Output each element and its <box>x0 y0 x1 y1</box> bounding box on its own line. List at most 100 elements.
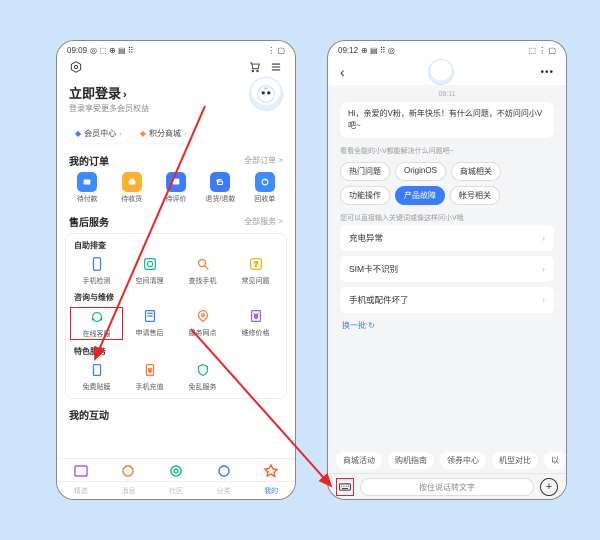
faq-charging[interactable]: 充电异常› <box>340 225 554 251</box>
aftersale-header: 售后服务 全部服务 > <box>57 210 295 231</box>
tab-bar: 精选 消息 社区 分类 我的 <box>57 481 295 499</box>
quick-more[interactable]: 以 <box>544 452 566 469</box>
chevron-right-icon: › <box>542 295 545 305</box>
faq-broken[interactable]: 手机或配件坏了› <box>340 287 554 313</box>
selfcheck-head: 自助排查 <box>70 238 282 253</box>
phone-left: 09:09◎ ⬚ ⊕ ▤ ⠿ ⋮ ▢ 立即登录› 登录享受更多会员权益 ◆会员中… <box>56 40 296 500</box>
order-pending-pay[interactable]: 待付款 <box>65 172 109 204</box>
space-clean[interactable]: 空间清理 <box>123 255 176 286</box>
phone-recharge[interactable]: ¥手机充值 <box>123 361 176 392</box>
input-bar: 按住说话转文字 + <box>328 473 566 499</box>
orders-header: 我的订单 全部订单 > <box>57 149 295 170</box>
plus-button[interactable]: + <box>540 478 558 496</box>
consult-grid: 在线客服 申请售后 服务网点 ¥维修价格 <box>70 305 282 344</box>
interact-item-2[interactable] <box>105 462 153 480</box>
faq-sim[interactable]: SIM卡不识别› <box>340 256 554 282</box>
status-time: 09:12 <box>338 46 358 55</box>
top-bar <box>57 59 295 79</box>
status-time: 09:09 <box>67 46 87 55</box>
status-icons-left: ⊕ ▤ ⠿ ◎ <box>361 46 395 55</box>
phone-check[interactable]: 手机检测 <box>70 255 123 286</box>
svg-text:¥: ¥ <box>148 369 151 375</box>
aftersale-more[interactable]: 全部服务 > <box>244 216 283 227</box>
keyboard-icon <box>338 480 352 494</box>
phone-right: 09:12⊕ ▤ ⠿ ◎ ⬚ ⋮ ▢ ‹ ••• 09:11 Hi，亲爱的V粉，… <box>327 40 567 500</box>
find-phone[interactable]: 查找手机 <box>176 255 229 286</box>
menu-icon[interactable] <box>269 60 283 74</box>
orders-grid: 待付款 待收货 待评价 退货/退款 回收单 <box>57 170 295 210</box>
voice-input[interactable]: 按住说话转文字 <box>360 478 534 496</box>
coin-icon: ◆ <box>140 129 146 138</box>
chip-hot[interactable]: 热门问题 <box>340 162 390 181</box>
points-mall-pill[interactable]: ◆积分商城› <box>134 124 193 143</box>
diamond-icon: ◆ <box>75 129 81 138</box>
refresh-link[interactable]: 换一批 ↻ <box>328 318 566 337</box>
tab-message[interactable]: 消息 <box>105 486 153 496</box>
order-return[interactable]: 退货/退款 <box>198 172 242 204</box>
status-icons-left: ◎ ⬚ ⊕ ▤ ⠿ <box>90 46 134 55</box>
selfcheck-grid: 手机检测 空间清理 查找手机 ?常见问题 <box>70 253 282 290</box>
tab-community[interactable]: 社区 <box>152 486 200 496</box>
interact-grid <box>57 458 295 481</box>
faq[interactable]: ?常见问题 <box>229 255 282 286</box>
service-point[interactable]: 服务网点 <box>176 307 229 340</box>
order-pending-receive[interactable]: 待收货 <box>109 172 153 204</box>
svg-text:¥: ¥ <box>254 314 258 321</box>
hint-1: 看看全能的小V都能解决什么问题吧~ <box>328 144 566 158</box>
quick-row: 商城活动 购机指南 领券中心 机型对比 以 <box>328 448 566 473</box>
greeting-bubble: Hi，亲爱的V粉，新年快乐！有什么问题，不妨问问小V吧~ <box>340 102 554 138</box>
member-center-pill[interactable]: ◆会员中心› <box>69 124 128 143</box>
svg-text:?: ? <box>254 261 258 269</box>
chip-function[interactable]: 功能操作 <box>340 186 390 205</box>
apply-aftersale[interactable]: 申请售后 <box>123 307 176 340</box>
orders-title: 我的订单 <box>69 153 109 168</box>
special-grid: 免费贴膜 ¥手机充值 免乱服务 <box>70 359 282 396</box>
bot-avatar[interactable] <box>428 59 454 85</box>
chip-mall[interactable]: 商城相关 <box>451 162 501 181</box>
interact-item-4[interactable] <box>200 462 248 480</box>
chevron-right-icon: › <box>542 233 545 243</box>
consult-head: 咨询与维修 <box>70 290 282 305</box>
benefit-pills: ◆会员中心› ◆积分商城› <box>57 120 295 149</box>
tab-featured[interactable]: 精选 <box>57 486 105 496</box>
interact-item-1[interactable] <box>57 462 105 480</box>
tab-category[interactable]: 分类 <box>200 486 248 496</box>
chevron-right-icon: › <box>123 89 127 101</box>
chip-account[interactable]: 帐号相关 <box>450 186 500 205</box>
settings-hex-icon[interactable] <box>69 60 83 74</box>
carefree-service[interactable]: 免乱服务 <box>176 361 229 392</box>
online-service[interactable]: 在线客服 <box>70 307 123 340</box>
chat-time: 09:11 <box>328 89 566 100</box>
back-button[interactable]: ‹ <box>340 64 345 80</box>
orders-more[interactable]: 全部订单 > <box>244 155 283 166</box>
chat-body: 09:11 Hi，亲爱的V粉，新年快乐！有什么问题，不妨问问小V吧~ 看看全能的… <box>328 85 566 483</box>
free-film[interactable]: 免费贴膜 <box>70 361 123 392</box>
aftersale-title: 售后服务 <box>69 214 109 229</box>
avatar[interactable] <box>249 77 283 111</box>
more-icon[interactable]: ••• <box>538 67 554 78</box>
quick-activity[interactable]: 商城活动 <box>336 452 382 469</box>
cart-icon[interactable] <box>247 60 261 74</box>
interact-title: 我的互动 <box>57 403 295 424</box>
chevron-right-icon: › <box>542 264 545 274</box>
topic-chips: 热门问题 OriginOS 商城相关 功能操作 产品故障 帐号相关 <box>328 158 566 211</box>
repair-price[interactable]: ¥维修价格 <box>229 307 282 340</box>
status-bar: 09:12⊕ ▤ ⠿ ◎ ⬚ ⋮ ▢ <box>328 41 566 59</box>
special-head: 特色服务 <box>70 344 282 359</box>
status-bar: 09:09◎ ⬚ ⊕ ▤ ⠿ ⋮ ▢ <box>57 41 295 59</box>
chip-fault[interactable]: 产品故障 <box>395 186 445 205</box>
order-recycle[interactable]: 回收单 <box>243 172 287 204</box>
chat-topbar: ‹ ••• <box>328 59 566 85</box>
aftersale-card: 自助排查 手机检测 空间清理 查找手机 ?常见问题 咨询与维修 在线客服 申请售… <box>65 233 287 399</box>
tab-mine[interactable]: 我的 <box>247 486 295 496</box>
interact-item-5[interactable] <box>247 462 295 480</box>
login-subtitle: 登录享受更多会员权益 <box>69 103 283 114</box>
chip-originos[interactable]: OriginOS <box>395 162 446 181</box>
quick-coupon[interactable]: 领券中心 <box>440 452 486 469</box>
quick-guide[interactable]: 购机指南 <box>388 452 434 469</box>
status-icons-right: ⋮ ▢ <box>267 46 285 55</box>
quick-compare[interactable]: 机型对比 <box>492 452 538 469</box>
keyboard-button[interactable] <box>336 478 354 496</box>
interact-item-3[interactable] <box>152 462 200 480</box>
order-pending-review[interactable]: 待评价 <box>154 172 198 204</box>
